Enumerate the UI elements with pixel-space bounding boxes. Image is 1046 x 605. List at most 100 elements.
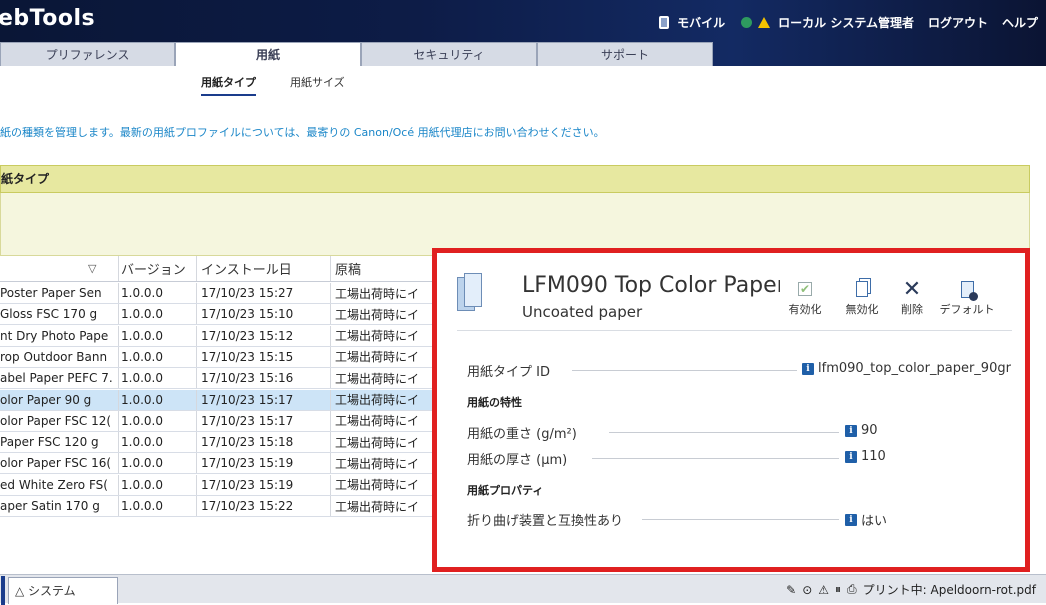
name-cell: olor Paper FSC 12( — [0, 413, 112, 428]
install-date-cell: 17/10/23 15:15 — [196, 346, 326, 367]
name-cell: abel Paper PEFC 7. — [0, 371, 113, 386]
printing-status: プリント中: Apeldoorn-rot.pdf — [862, 583, 1036, 597]
name-cell: rop Outdoor Bann — [0, 349, 108, 364]
delete-button[interactable]: ✕ 削除 — [882, 277, 942, 317]
version-cell: 1.0.0.0 — [118, 410, 194, 431]
leader-line — [642, 519, 839, 520]
section-properties: 用紙プロパティ — [467, 484, 544, 497]
system-tab[interactable]: △ システム — [1, 576, 118, 605]
printer-icon: ⎙ — [847, 582, 857, 596]
table-row[interactable]: abel Paper PEFC 7. 1.0.0.0 17/10/23 15:16 工… — [0, 368, 440, 390]
origin-cell: 工場出荷時にイ — [330, 346, 440, 367]
origin-cell: 工場出荷時にイ — [330, 368, 440, 389]
enable-button[interactable]: ✔ 有効化 — [775, 277, 835, 317]
table-row[interactable]: Paper FSC 120 g 1.0.0.0 17/10/23 15:18 工場出荷… — [0, 432, 440, 454]
header-origin[interactable]: 原稿 — [330, 256, 440, 281]
origin-cell: 工場出荷時にイ — [330, 304, 440, 325]
header-name[interactable]: ▽ — [0, 256, 115, 281]
delete-label: 削除 — [901, 303, 923, 316]
default-button[interactable]: デフォルト — [937, 277, 997, 317]
tab-security[interactable]: セキュリティ — [361, 42, 537, 66]
warning-icon: ⚠ — [818, 582, 830, 597]
folder-compat-value: i はい — [845, 510, 887, 529]
logout-link[interactable]: ログアウト — [928, 14, 988, 31]
help-link[interactable]: ヘルプ — [1002, 14, 1038, 31]
sort-icon[interactable]: ▽ — [88, 262, 96, 275]
subtab-paper-type[interactable]: 用紙タイプ — [201, 74, 256, 96]
version-cell: 1.0.0.0 — [118, 325, 194, 346]
origin-cell: 工場出荷時にイ — [330, 325, 440, 346]
name-cell: nt Dry Photo Pape — [0, 328, 109, 343]
weight-label: 用紙の重さ (g/m²) — [467, 427, 577, 442]
section-characteristics: 用紙の特性 — [467, 396, 522, 409]
system-tab-label: システム — [28, 584, 76, 598]
header-version[interactable]: バージョン — [118, 256, 194, 281]
header-install-date[interactable]: インストール日 — [196, 256, 326, 281]
top-navigation: モバイル ローカル システム管理者 ログアウト ヘルプ — [659, 14, 1038, 31]
origin-cell: 工場出荷時にイ — [330, 453, 440, 474]
status-bar: △ システム ✎ ⊙ ⚠ ⏸ ⎙ プリント中: Apeldoorn-rot.pd… — [0, 574, 1046, 605]
version-cell: 1.0.0.0 — [118, 283, 194, 303]
header-bar: ebTools モバイル ローカル システム管理者 ログアウト ヘルプ プリファ… — [0, 0, 1046, 66]
origin-cell: 工場出荷時にイ — [330, 432, 440, 453]
tab-support[interactable]: サポート — [537, 42, 713, 66]
table-row[interactable]: rop Outdoor Bann 1.0.0.0 17/10/23 15:15 工場出… — [0, 346, 440, 368]
sub-tabs: 用紙タイプ 用紙サイズ — [0, 66, 1046, 96]
table-row[interactable]: aper Satin 170 g 1.0.0.0 17/10/23 15:22 工場出… — [0, 496, 440, 517]
leader-line — [572, 370, 797, 371]
panel-title: 紙タイプ — [0, 165, 1030, 193]
leader-line — [609, 432, 839, 433]
paper-type-id-value: i lfm090_top_color_paper_90gr — [802, 361, 1011, 376]
panel-toolbar-area — [0, 193, 1030, 256]
triangle-up-icon: △ — [15, 584, 29, 598]
checkbox-icon: ✔ — [798, 282, 812, 296]
paper-type-id-label: 用紙タイプ ID — [467, 365, 550, 380]
name-cell: Poster Paper Sen — [0, 286, 102, 300]
origin-cell: 工場出荷時にイ — [330, 474, 440, 495]
table-row[interactable]: Poster Paper Sen 1.0.0.0 17/10/23 15:27 工場出… — [0, 283, 440, 304]
install-date-cell: 17/10/23 15:19 — [196, 474, 326, 495]
default-label: デフォルト — [939, 303, 995, 316]
table-row[interactable]: olor Paper 90 g 1.0.0.0 17/10/23 15:17 工場出荷… — [0, 389, 440, 411]
detail-subtitle: Uncoated paper — [522, 303, 643, 321]
install-date-cell: 17/10/23 15:12 — [196, 325, 326, 346]
subtab-paper-size[interactable]: 用紙サイズ — [290, 74, 345, 90]
name-cell: Paper FSC 120 g — [0, 435, 99, 450]
version-cell: 1.0.0.0 — [118, 496, 194, 516]
mobile-link[interactable]: モバイル — [677, 14, 725, 31]
info-icon[interactable]: i — [845, 450, 857, 463]
page-description: 紙の種類を管理します。最新の用紙プロファイルについては、最寄りの Canon/O… — [0, 126, 605, 139]
info-icon[interactable]: i — [802, 362, 814, 375]
name-cell: olor Paper 90 g — [0, 392, 92, 407]
pen-icon: ✎ — [786, 582, 797, 597]
thickness-value: i 110 — [845, 449, 886, 464]
weight-text: 90 — [861, 423, 878, 438]
table-row[interactable]: olor Paper FSC 12(1.0.0.0 17/10/23 15:17 工… — [0, 410, 440, 432]
table-row[interactable]: olor Paper FSC 16(1.0.0.0 17/10/23 15:19 工… — [0, 453, 440, 475]
weight-value: i 90 — [845, 423, 878, 438]
table-row[interactable]: nt Dry Photo Pape 1.0.0.0 17/10/23 15:12 工場… — [0, 325, 440, 347]
install-date-cell: 17/10/23 15:10 — [196, 304, 326, 325]
name-cell: aper Satin 170 g — [0, 499, 100, 513]
table-row[interactable]: ed White Zero FS(1.0.0.0 17/10/23 15:19 工場… — [0, 474, 440, 496]
info-icon[interactable]: i — [845, 513, 857, 526]
origin-cell: 工場出荷時にイ — [330, 283, 440, 303]
app-brand: ebTools — [0, 6, 96, 31]
info-icon[interactable]: i — [845, 424, 857, 437]
main-tabs: プリファレンス 用紙 セキュリティ サポート — [0, 42, 713, 66]
version-cell: 1.0.0.0 — [118, 304, 194, 325]
table-row[interactable]: Gloss FSC 170 g 1.0.0.0 17/10/23 15:10 工場出荷… — [0, 304, 440, 326]
tab-preferences[interactable]: プリファレンス — [0, 42, 175, 66]
name-cell: olor Paper FSC 16( — [0, 456, 112, 471]
enable-label: 有効化 — [788, 303, 822, 316]
user-link[interactable]: ローカル システム管理者 — [778, 14, 914, 31]
tab-paper[interactable]: 用紙 — [175, 42, 361, 66]
divider — [457, 330, 1012, 331]
pause-icon: ⏸ — [835, 582, 842, 596]
folder-compat-label: 折り曲げ装置と互換性あり — [467, 514, 624, 529]
version-cell: 1.0.0.0 — [118, 368, 194, 389]
mobile-icon — [659, 16, 670, 29]
warning-icon — [758, 17, 771, 28]
version-cell: 1.0.0.0 — [118, 474, 194, 495]
thickness-text: 110 — [861, 449, 886, 464]
